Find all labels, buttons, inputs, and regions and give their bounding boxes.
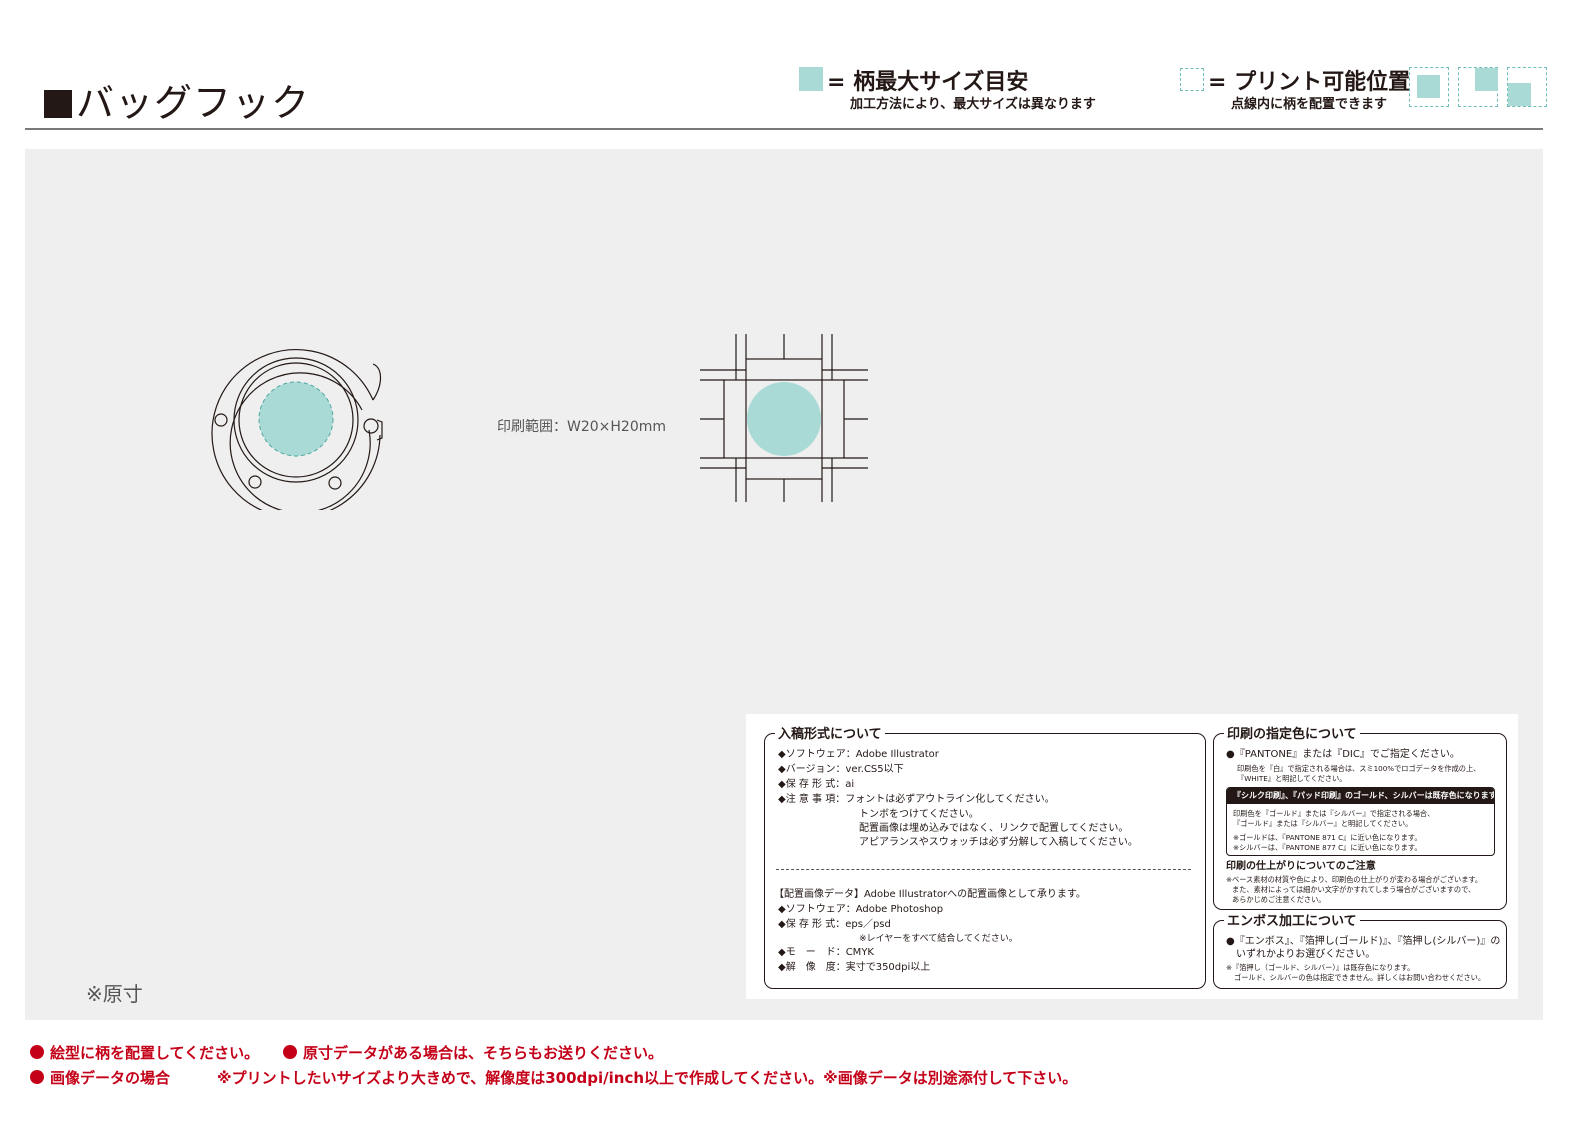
page-title: バッグフック bbox=[44, 72, 310, 127]
gold-silver-line3: ※ゴールドは、『PANTONE 871 C』に近い色になります。 bbox=[1233, 833, 1422, 842]
position-example-bottom-icon bbox=[1507, 67, 1547, 107]
page-title-text: バッグフック bbox=[76, 81, 311, 125]
emboss-line1: ●『エンボス』、『箔押し(ゴールド)』、『箔押し(シルバー)』の bbox=[1226, 936, 1501, 947]
finish-line1: ※ベース素材の材質や色により、印刷色の仕上がりが変わる場合がございます。 bbox=[1226, 875, 1483, 884]
template-print-area bbox=[747, 382, 821, 456]
submission-format-title: 入稿形式について bbox=[775, 723, 885, 742]
emboss-line4: ゴールド、シルバーの色は指定できません。詳しくはお問い合わせください。 bbox=[1234, 973, 1486, 982]
print-range-label: 印刷範囲：W20×H20mm bbox=[497, 419, 667, 435]
red-bullet-icon bbox=[30, 1070, 44, 1084]
print-color-line2: 印刷色を『白』で指定される場合は、スミ100%でロゴデータを作成の上、 bbox=[1237, 764, 1481, 773]
crop-mark-template bbox=[700, 334, 868, 502]
finish-title: 印刷の仕上がりについてのご注意 bbox=[1226, 861, 1376, 872]
print-color-title: 印刷の指定色について bbox=[1224, 723, 1360, 742]
spec-panel: 入稿形式について ◆ソフトウェア：Adobe Illustrator ◆バージョ… bbox=[746, 714, 1518, 999]
max-size-legend-sub: 加工方法により、最大サイズは異なります bbox=[850, 97, 1096, 112]
print-color-line1: ●『PANTONE』または『DIC』でご指定ください。 bbox=[1226, 749, 1460, 760]
gold-silver-line1: 印刷色を『ゴールド』または『シルバー』で指定される場合、 bbox=[1233, 809, 1435, 818]
gold-silver-banner: 『シルク印刷』、『パッド印刷』のゴールド、シルバーは既存色になります。 bbox=[1227, 788, 1494, 804]
placed-row-resolution: ◆解 像 度：実寸で350dpi以上 bbox=[778, 962, 931, 973]
printable-legend-label: = プリント可能位置 bbox=[1208, 70, 1411, 95]
placed-row-mode: ◆モ ー ド：CMYK bbox=[778, 947, 874, 958]
footer-note-image-data: 画像データの場合 bbox=[30, 1067, 170, 1088]
emboss-title: エンボス加工について bbox=[1224, 910, 1360, 929]
finish-line2: また、素材によっては細かい文字がかすれてしまう場合がございますので、 bbox=[1232, 885, 1476, 894]
printable-legend-sub: 点線内に柄を配置できます bbox=[1231, 97, 1388, 112]
position-example-center-icon bbox=[1409, 67, 1449, 107]
emboss-line3: ※『箔押し（ゴールド、シルバー）』は既存色になります。 bbox=[1226, 963, 1415, 972]
emboss-line2: いずれかよりお選びください。 bbox=[1236, 949, 1376, 960]
placed-row-software: ◆ソフトウェア：Adobe Photoshop bbox=[778, 904, 944, 915]
title-square-icon bbox=[44, 90, 72, 118]
submission-divider bbox=[776, 869, 1191, 870]
bag-hook-illustration bbox=[211, 349, 383, 510]
submission-note-appearance: アピアランスやスウォッチは必ず分解して入稿してください。 bbox=[859, 837, 1138, 848]
bag-hook-print-area bbox=[258, 381, 334, 457]
submission-note-trim: トンボをつけてください。 bbox=[859, 809, 979, 820]
gold-silver-line2: 『ゴールド』または『シルバー』と明記してください。 bbox=[1233, 819, 1413, 828]
footer-note-place-pattern: 絵型に柄を配置してください。 bbox=[30, 1042, 259, 1063]
gold-silver-line4: ※シルバーは、『PANTONE 877 C』に近い色になります。 bbox=[1233, 843, 1422, 852]
placed-row-format: ◆保 存 形 式：eps／psd bbox=[778, 919, 891, 930]
red-bullet-icon bbox=[283, 1045, 297, 1059]
max-size-swatch-icon bbox=[799, 67, 823, 91]
position-example-top-icon bbox=[1458, 67, 1498, 107]
placed-image-heading: 【配置画像データ】Adobe Illustratorへの配置画像として承ります。 bbox=[774, 889, 1086, 900]
max-size-legend-label: = 柄最大サイズ目安 bbox=[827, 70, 1029, 95]
actual-size-note: ※原寸 bbox=[86, 982, 143, 1006]
printable-area-swatch-icon bbox=[1180, 68, 1204, 91]
submission-row-format: ◆保 存 形 式：ai bbox=[778, 779, 855, 790]
finish-line3: あらかじめご注意ください。 bbox=[1232, 895, 1326, 904]
footer-note-send-original: 原寸データがある場合は、そちらもお送りください。 bbox=[283, 1042, 663, 1063]
placed-row-layer-note: ※レイヤーをすべて結合してください。 bbox=[859, 934, 1018, 944]
title-divider bbox=[25, 128, 1543, 130]
print-color-line3: 『WHITE』と明記してください。 bbox=[1237, 774, 1347, 783]
submission-row-software: ◆ソフトウェア：Adobe Illustrator bbox=[778, 749, 939, 760]
submission-row-notes: ◆注 意 事 項：フォントは必ずアウトライン化してください。 bbox=[778, 794, 1055, 805]
submission-note-link: 配置画像は埋め込みではなく、リンクで配置してください。 bbox=[859, 823, 1129, 834]
red-bullet-icon bbox=[30, 1045, 44, 1059]
footer-note-resolution: ※プリントしたいサイズより大きめで、解像度は300dpi/inch以上で作成して… bbox=[217, 1069, 1078, 1087]
submission-row-version: ◆バージョン：ver.CS5以下 bbox=[778, 764, 904, 775]
